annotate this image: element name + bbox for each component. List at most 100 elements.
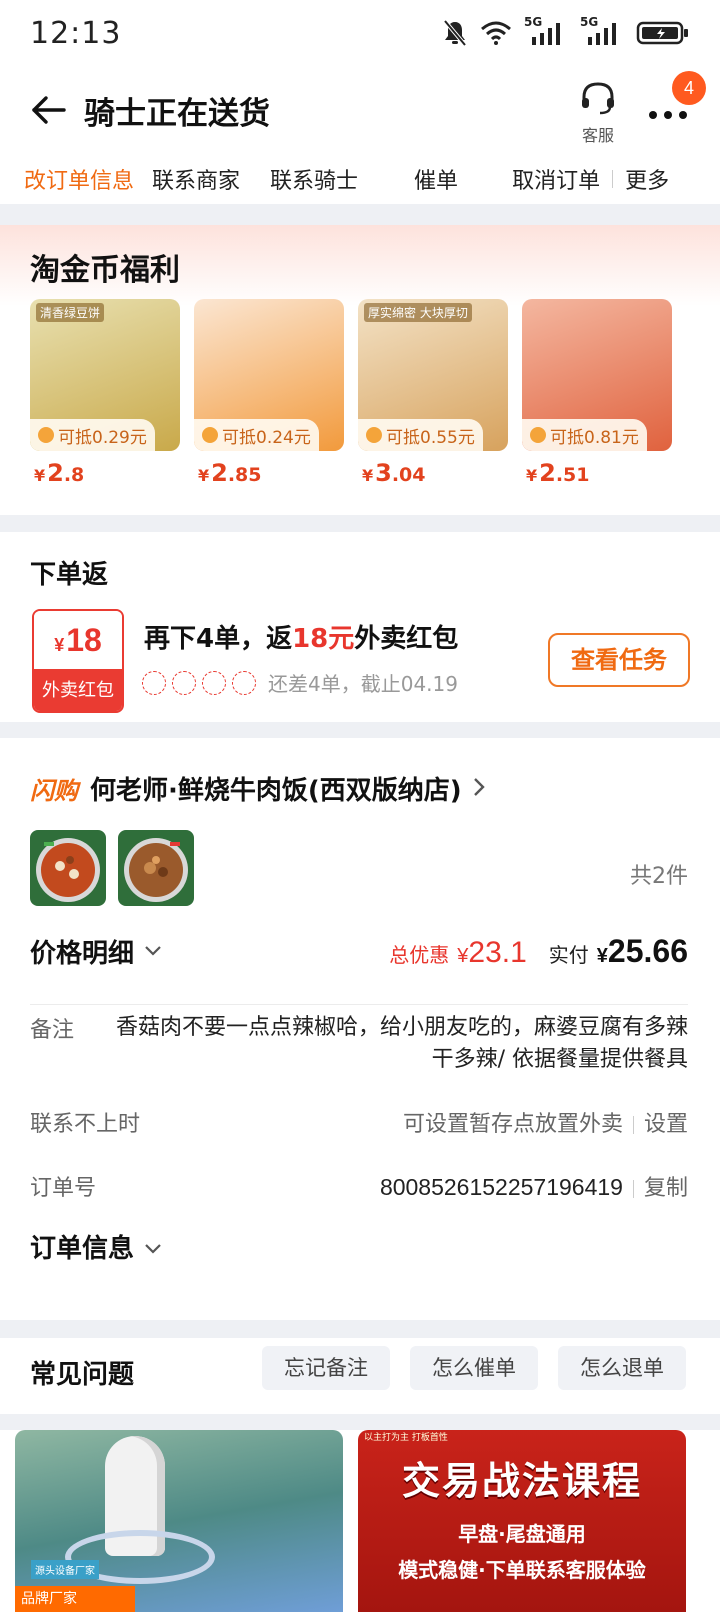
faq-card: 常见问题 忘记备注 怎么催单 怎么退单 (0, 1338, 720, 1414)
remark-label: 备注 (30, 1018, 75, 1043)
faq-chip-urge[interactable]: 怎么催单 (410, 1346, 538, 1390)
order-info-label: 订单信息 (30, 1234, 135, 1264)
order-rebate-card: 下单返 ¥18 外卖红包 再下4单，返18元外卖红包 还差4单，截止04.19 … (0, 532, 720, 722)
signal-icon-2: 5G (580, 15, 624, 47)
back-arrow-icon[interactable] (24, 86, 72, 134)
action-contact-rider[interactable]: 联系骑士 (270, 163, 358, 195)
product-card[interactable]: 可抵0.24元 ¥2.85 (194, 299, 344, 487)
product-card[interactable]: 可抵0.81元 ¥2.51 (522, 299, 672, 487)
store-name: 何老师·鲜烧牛肉饭(西双版纳店) (90, 776, 462, 806)
ad1-small-tag: 源头设备厂家 (31, 1560, 99, 1579)
order-info-toggle[interactable]: 订单信息 (30, 1228, 162, 1265)
product-image: 厚实绵密 大块厚切可抵0.55元 (358, 299, 508, 451)
page-title: 骑士正在送货 (84, 95, 270, 132)
coin-deduct-tag: 可抵0.55元 (358, 419, 483, 451)
action-more[interactable]: 更多 (625, 163, 669, 195)
order-number-label: 订单号 (30, 1176, 97, 1201)
chevron-down-icon (144, 942, 162, 961)
divider (30, 1004, 688, 1005)
chevron-down-icon (144, 1232, 162, 1262)
view-task-button[interactable]: 查看任务 (548, 633, 690, 687)
action-edit-order[interactable]: 改订单信息 (24, 163, 134, 195)
coin-deduct-tag: 可抵0.29元 (30, 419, 155, 451)
status-time: 12:13 (30, 15, 122, 51)
food-thumbnail-2 (118, 830, 194, 906)
nav-bar: 骑士正在送货 客服 (0, 66, 720, 154)
faq-title: 常见问题 (30, 1360, 135, 1390)
faq-chip-refund[interactable]: 怎么退单 (558, 1346, 686, 1390)
flash-buy-label: 闪购 (30, 777, 78, 805)
coin-icon (38, 427, 54, 443)
status-icons: 5G 5G (442, 15, 690, 47)
progress-circle (232, 670, 256, 695)
rebate-prefix: 再下4单，返 (144, 624, 293, 654)
product-card[interactable]: 清香绿豆饼可抵0.29元 ¥2.8 (30, 299, 180, 487)
faq-chip-forgot-remark[interactable]: 忘记备注 (262, 1346, 390, 1390)
notification-badge: 4 (672, 71, 706, 105)
price-detail-row[interactable]: 价格明细 总优惠 ¥23.1 实付 ¥25.66 (30, 928, 688, 974)
coin-deduct-tag: 可抵0.24元 (194, 419, 319, 451)
progress-circle (172, 670, 196, 695)
ad-banner-row: 源头设备厂家 品牌厂家 以主打为主 打板首性 交易战法课程 早盘·尾盘通用 模式… (0, 1430, 720, 1612)
rebate-highlight: 18元 (292, 624, 355, 654)
action-contact-merchant[interactable]: 联系商家 (152, 163, 240, 195)
status-bar: 12:13 5G 5G (0, 0, 720, 66)
action-cancel-order[interactable]: 取消订单 (512, 163, 600, 195)
chevron-right-icon (472, 776, 486, 802)
paid-value: ¥25.66 (596, 932, 688, 969)
action-urge-order[interactable]: 催单 (414, 163, 458, 195)
red-packet: ¥18 外卖红包 (32, 609, 124, 713)
rebate-headline: 再下4单，返18元外卖红包 (144, 618, 458, 655)
headset-icon (578, 82, 618, 120)
coin-icon (202, 427, 218, 443)
ad2-top-text: 以主打为主 打板首性 (364, 1433, 448, 1443)
coin-welfare-title: 淘金币福利 (30, 253, 180, 288)
customer-service-button[interactable]: 客服 (576, 80, 620, 146)
paid-label: 实付 (548, 942, 589, 967)
red-packet-amount-box: ¥18 (34, 611, 122, 669)
product-price: ¥2.8 (34, 459, 85, 487)
signal-icon-1: 5G (524, 15, 568, 47)
more-dots-icon (648, 105, 688, 124)
progress-circle (202, 670, 226, 695)
remark-row: 备注 香菇肉不要一点点辣椒哈，给小朋友吃的，麻婆豆腐有多辣干多辣/ 依据餐量提供… (30, 1012, 688, 1092)
battery-icon (636, 20, 690, 46)
copy-order-number-button[interactable]: 复制 (644, 1176, 688, 1201)
item-thumbnails[interactable] (30, 830, 194, 906)
discount-label: 总优惠 (389, 942, 450, 967)
product-image-tag: 清香绿豆饼 (36, 303, 105, 322)
red-packet-label: 外卖红包 (34, 669, 122, 711)
product-image: 可抵0.81元 (522, 299, 672, 451)
ad-trading-course[interactable]: 以主打为主 打板首性 交易战法课程 早盘·尾盘通用 模式稳健·下单联系客服体验 (358, 1430, 686, 1612)
price-detail-label: 价格明细 (30, 938, 135, 969)
product-card[interactable]: 厚实绵密 大块厚切 可抵0.55元 ¥3.04 (358, 299, 508, 487)
coin-icon (530, 427, 546, 443)
wifi-icon (480, 21, 512, 45)
coin-icon (366, 427, 382, 443)
item-count: 共2件 (630, 864, 688, 889)
product-image: 清香绿豆饼可抵0.29元 (30, 299, 180, 451)
remark-value: 香菇肉不要一点点辣椒哈，给小朋友吃的，麻婆豆腐有多辣干多辣/ 依据餐量提供餐具 (115, 1015, 688, 1072)
rebate-note: 还差4单，截止04.19 (268, 672, 458, 696)
coin-welfare-card: 淘金币福利 清香绿豆饼可抵0.29元 ¥2.8 可抵0.24元 ¥2.85 厚实绵密 大… (0, 225, 720, 515)
contact-fallback-label: 联系不上时 (30, 1112, 141, 1137)
contact-setting-button[interactable]: 设置 (644, 1112, 688, 1137)
product-image-tag: 厚实绵密 大块厚切 (364, 303, 472, 322)
customer-service-label: 客服 (581, 126, 614, 145)
ad2-subline-1: 早盘·尾盘通用 (458, 1522, 586, 1546)
action-divider (612, 170, 614, 188)
product-price: ¥2.85 (198, 459, 262, 487)
product-image: 可抵0.24元 (194, 299, 344, 451)
coin-deduct-tag: 可抵0.81元 (522, 419, 647, 451)
product-price: ¥2.51 (526, 459, 590, 487)
ad2-headline: 交易战法课程 (401, 1459, 642, 1503)
store-row[interactable]: 闪购 何老师·鲜烧牛肉饭(西双版纳店) (30, 770, 486, 807)
red-packet-amount: 18 (66, 622, 102, 658)
food-thumbnail-1 (30, 830, 106, 906)
rebate-suffix: 外卖红包 (354, 624, 459, 654)
price-summary: 总优惠 ¥23.1 实付 ¥25.66 (389, 933, 688, 970)
progress-circles: 还差4单，截止04.19 (142, 668, 458, 697)
ad1-tag: 品牌厂家 (15, 1586, 135, 1612)
ad-playground[interactable]: 源头设备厂家 品牌厂家 (15, 1430, 343, 1612)
order-rebate-title: 下单返 (30, 560, 109, 590)
